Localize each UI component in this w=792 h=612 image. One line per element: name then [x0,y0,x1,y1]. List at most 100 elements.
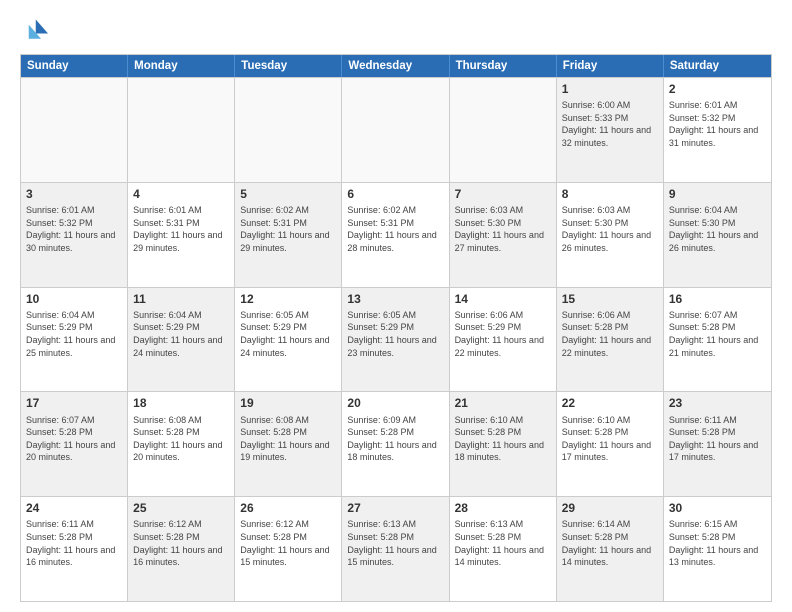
calendar-cell: 13 Sunrise: 6:05 AMSunset: 5:29 PMDayligh… [342,288,449,392]
day-details: Sunrise: 6:04 AMSunset: 5:29 PMDaylight:… [133,309,229,359]
day-details: Sunrise: 6:06 AMSunset: 5:28 PMDaylight:… [562,309,658,359]
calendar-cell: 24 Sunrise: 6:11 AMSunset: 5:28 PMDayligh… [21,497,128,601]
day-details: Sunrise: 6:07 AMSunset: 5:28 PMDaylight:… [26,414,122,464]
day-details: Sunrise: 6:03 AMSunset: 5:30 PMDaylight:… [455,204,551,254]
calendar-cell: 25 Sunrise: 6:12 AMSunset: 5:28 PMDayligh… [128,497,235,601]
calendar-header: SundayMondayTuesdayWednesdayThursdayFrid… [21,55,771,77]
day-number: 13 [347,291,443,307]
day-details: Sunrise: 6:06 AMSunset: 5:29 PMDaylight:… [455,309,551,359]
calendar-body: 1 Sunrise: 6:00 AMSunset: 5:33 PMDaylight… [21,77,771,601]
day-number: 6 [347,186,443,202]
calendar-cell: 29Sunrise: 6:14 AMSunset: 5:28 PMDayligh… [557,497,664,601]
day-details: Sunrise: 6:02 AMSunset: 5:31 PMDaylight:… [347,204,443,254]
weekday-header: Tuesday [235,55,342,77]
calendar-cell: 12Sunrise: 6:05 AMSunset: 5:29 PMDayligh… [235,288,342,392]
day-number: 5 [240,186,336,202]
day-number: 28 [455,500,551,516]
calendar-cell [21,78,128,182]
calendar-cell: 8 Sunrise: 6:03 AMSunset: 5:30 PMDaylight… [557,183,664,287]
day-number: 15 [562,291,658,307]
calendar-cell [128,78,235,182]
day-number: 7 [455,186,551,202]
day-details: Sunrise: 6:12 AMSunset: 5:28 PMDaylight:… [240,518,336,568]
weekday-header: Saturday [664,55,771,77]
day-details: Sunrise: 6:15 AMSunset: 5:28 PMDaylight:… [669,518,766,568]
day-number: 25 [133,500,229,516]
calendar-cell: 22Sunrise: 6:10 AMSunset: 5:28 PMDayligh… [557,392,664,496]
calendar-cell: 4Sunrise: 6:01 AMSunset: 5:31 PMDaylight… [128,183,235,287]
logo-icon [20,16,48,44]
logo [20,16,52,44]
day-number: 26 [240,500,336,516]
day-number: 4 [133,186,229,202]
day-number: 20 [347,395,443,411]
day-number: 24 [26,500,122,516]
day-number: 17 [26,395,122,411]
weekday-header: Monday [128,55,235,77]
calendar-row: 1 Sunrise: 6:00 AMSunset: 5:33 PMDaylight… [21,77,771,182]
calendar-cell: 17 Sunrise: 6:07 AMSunset: 5:28 PMDayligh… [21,392,128,496]
calendar-cell: 16 Sunrise: 6:07 AMSunset: 5:28 PMDayligh… [664,288,771,392]
day-number: 9 [669,186,766,202]
weekday-header: Thursday [450,55,557,77]
day-number: 21 [455,395,551,411]
day-details: Sunrise: 6:13 AMSunset: 5:28 PMDaylight:… [455,518,551,568]
day-details: Sunrise: 6:10 AMSunset: 5:28 PMDaylight:… [562,414,658,464]
calendar: SundayMondayTuesdayWednesdayThursdayFrid… [20,54,772,602]
day-number: 16 [669,291,766,307]
page: SundayMondayTuesdayWednesdayThursdayFrid… [0,0,792,612]
day-details: Sunrise: 6:13 AMSunset: 5:28 PMDaylight:… [347,518,443,568]
calendar-row: 10 Sunrise: 6:04 AMSunset: 5:29 PMDayligh… [21,287,771,392]
day-number: 27 [347,500,443,516]
day-details: Sunrise: 6:05 AMSunset: 5:29 PMDaylight:… [347,309,443,359]
calendar-cell: 27 Sunrise: 6:13 AMSunset: 5:28 PMDayligh… [342,497,449,601]
day-number: 2 [669,81,766,97]
day-number: 11 [133,291,229,307]
calendar-cell [342,78,449,182]
day-number: 3 [26,186,122,202]
calendar-cell: 14 Sunrise: 6:06 AMSunset: 5:29 PMDayligh… [450,288,557,392]
day-details: Sunrise: 6:02 AMSunset: 5:31 PMDaylight:… [240,204,336,254]
weekday-header: Wednesday [342,55,449,77]
calendar-cell: 23 Sunrise: 6:11 AMSunset: 5:28 PMDayligh… [664,392,771,496]
day-details: Sunrise: 6:11 AMSunset: 5:28 PMDaylight:… [669,414,766,464]
calendar-cell: 18 Sunrise: 6:08 AMSunset: 5:28 PMDayligh… [128,392,235,496]
calendar-cell: 28 Sunrise: 6:13 AMSunset: 5:28 PMDayligh… [450,497,557,601]
calendar-cell: 6 Sunrise: 6:02 AMSunset: 5:31 PMDaylight… [342,183,449,287]
day-number: 10 [26,291,122,307]
weekday-header: Friday [557,55,664,77]
calendar-cell: 10Sunrise: 6:04 AMSunset: 5:29 PMDayligh… [21,288,128,392]
calendar-cell: 26 Sunrise: 6:12 AMSunset: 5:28 PMDayligh… [235,497,342,601]
calendar-cell [450,78,557,182]
calendar-row: 3Sunrise: 6:01 AMSunset: 5:32 PMDaylight… [21,182,771,287]
day-details: Sunrise: 6:09 AMSunset: 5:28 PMDaylight:… [347,414,443,464]
day-number: 29 [562,500,658,516]
day-number: 19 [240,395,336,411]
day-details: Sunrise: 6:07 AMSunset: 5:28 PMDaylight:… [669,309,766,359]
calendar-cell: 15 Sunrise: 6:06 AMSunset: 5:28 PMDayligh… [557,288,664,392]
day-details: Sunrise: 6:00 AMSunset: 5:33 PMDaylight:… [562,99,658,149]
calendar-cell: 20 Sunrise: 6:09 AMSunset: 5:28 PMDayligh… [342,392,449,496]
day-details: Sunrise: 6:05 AMSunset: 5:29 PMDaylight:… [240,309,336,359]
day-details: Sunrise: 6:12 AMSunset: 5:28 PMDaylight:… [133,518,229,568]
day-details: Sunrise: 6:03 AMSunset: 5:30 PMDaylight:… [562,204,658,254]
calendar-cell: 2Sunrise: 6:01 AMSunset: 5:32 PMDaylight… [664,78,771,182]
day-number: 1 [562,81,658,97]
day-number: 23 [669,395,766,411]
calendar-cell: 19 Sunrise: 6:08 AMSunset: 5:28 PMDayligh… [235,392,342,496]
calendar-row: 17 Sunrise: 6:07 AMSunset: 5:28 PMDayligh… [21,391,771,496]
calendar-cell: 11 Sunrise: 6:04 AMSunset: 5:29 PMDayligh… [128,288,235,392]
calendar-cell: 7 Sunrise: 6:03 AMSunset: 5:30 PMDaylight… [450,183,557,287]
weekday-header: Sunday [21,55,128,77]
day-details: Sunrise: 6:08 AMSunset: 5:28 PMDaylight:… [240,414,336,464]
calendar-cell: 1 Sunrise: 6:00 AMSunset: 5:33 PMDaylight… [557,78,664,182]
day-details: Sunrise: 6:08 AMSunset: 5:28 PMDaylight:… [133,414,229,464]
day-number: 14 [455,291,551,307]
day-details: Sunrise: 6:11 AMSunset: 5:28 PMDaylight:… [26,518,122,568]
day-number: 8 [562,186,658,202]
calendar-cell: 30Sunrise: 6:15 AMSunset: 5:28 PMDayligh… [664,497,771,601]
header [20,16,772,44]
calendar-cell: 21Sunrise: 6:10 AMSunset: 5:28 PMDayligh… [450,392,557,496]
day-number: 18 [133,395,229,411]
day-details: Sunrise: 6:04 AMSunset: 5:30 PMDaylight:… [669,204,766,254]
